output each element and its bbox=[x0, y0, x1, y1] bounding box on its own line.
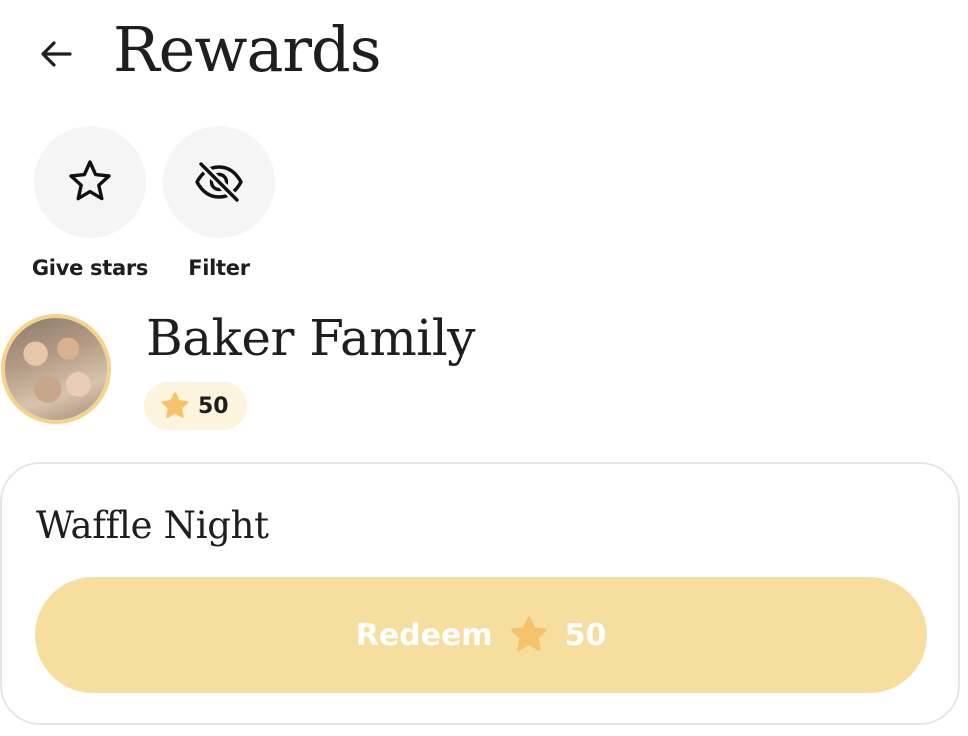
filter-action[interactable]: Filter bbox=[154, 126, 284, 280]
star-balance-badge: 50 bbox=[144, 382, 247, 430]
redeem-button[interactable]: Redeem 50 bbox=[35, 577, 927, 693]
give-stars-label: Give stars bbox=[31, 256, 149, 280]
header: Rewards bbox=[0, 0, 968, 100]
redeem-label: Redeem bbox=[355, 617, 493, 653]
star-balance-value: 50 bbox=[198, 393, 229, 419]
eye-off-icon bbox=[195, 159, 243, 205]
back-button[interactable] bbox=[32, 30, 80, 78]
page-title: Rewards bbox=[113, 13, 382, 86]
filter-button[interactable] bbox=[163, 126, 275, 238]
redeem-cost: 50 bbox=[564, 617, 607, 653]
star-icon bbox=[161, 392, 189, 418]
profile-name: Baker Family bbox=[146, 309, 476, 367]
arrow-left-icon bbox=[41, 41, 72, 67]
star-icon bbox=[510, 616, 547, 651]
avatar[interactable] bbox=[1, 314, 111, 424]
give-stars-button[interactable] bbox=[34, 126, 146, 238]
filter-label: Filter bbox=[188, 256, 250, 280]
reward-card: Waffle Night Redeem 50 bbox=[0, 462, 960, 725]
give-stars-action[interactable]: Give stars bbox=[25, 126, 155, 280]
star-outline-icon bbox=[69, 160, 111, 201]
rewards-screen: Rewards Give stars Filter Baker Family 5… bbox=[0, 0, 968, 736]
reward-title: Waffle Night bbox=[36, 504, 269, 547]
